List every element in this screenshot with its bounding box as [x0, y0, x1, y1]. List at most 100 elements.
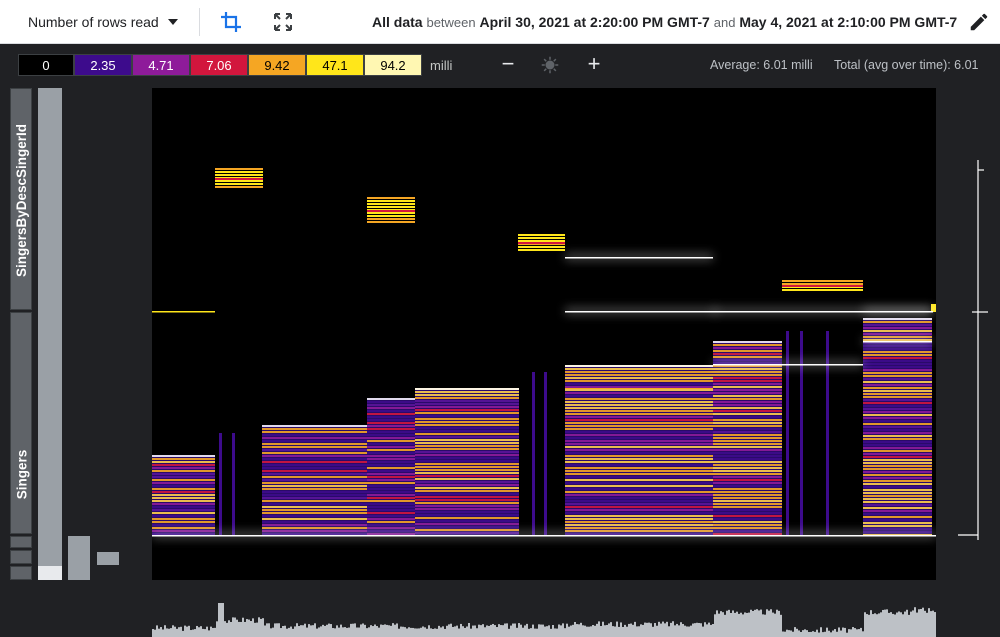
heat-row — [863, 450, 932, 452]
histogram-bar — [190, 630, 192, 637]
key-segment[interactable] — [10, 566, 32, 580]
heat-block-edge — [152, 455, 215, 457]
histogram-bar — [918, 609, 920, 637]
metric-select[interactable]: Number of rows read — [10, 0, 180, 44]
histogram-bar — [846, 632, 848, 637]
histogram-bar — [526, 623, 528, 637]
fullscreen-icon[interactable] — [271, 10, 295, 34]
heat-row — [367, 434, 415, 436]
histogram-bar — [590, 626, 592, 637]
heat-row — [262, 467, 367, 469]
heat-row — [863, 495, 932, 497]
zoom-out-button[interactable]: − — [495, 52, 521, 78]
heat-row — [262, 497, 367, 499]
histogram-bar — [510, 625, 512, 637]
histogram-bar — [808, 631, 810, 637]
histogram-bar — [876, 614, 878, 637]
heat-row — [152, 491, 215, 493]
histogram-bar — [330, 624, 332, 637]
histogram-bar — [460, 623, 462, 637]
histogram-bar — [522, 627, 524, 637]
histogram-bar — [418, 628, 420, 637]
color-legend: 0 2.35 4.71 7.06 9.42 47.1 94.2 — [18, 54, 422, 76]
histogram-bar — [466, 626, 468, 637]
histogram-bar — [312, 625, 314, 637]
heat-row — [565, 386, 713, 388]
heat-row — [415, 406, 519, 408]
heat-row — [863, 474, 932, 476]
heat-row — [713, 461, 782, 463]
histogram-bar — [900, 612, 902, 637]
edit-icon[interactable] — [968, 11, 990, 33]
heat-row — [415, 502, 519, 504]
histogram-bar — [228, 620, 230, 637]
heat-row — [367, 461, 415, 463]
key-visualizer-heatmap[interactable] — [152, 88, 936, 580]
histogram-bar — [870, 610, 872, 637]
histogram-bar — [496, 627, 498, 637]
heat-row — [565, 464, 713, 466]
heat-row — [863, 375, 932, 377]
histogram-bar — [560, 625, 562, 637]
heat-row — [415, 415, 519, 417]
key-segment-singers[interactable]: Singers — [10, 312, 32, 534]
histogram-bar — [254, 622, 256, 637]
heat-streak — [219, 433, 222, 535]
heat-row — [215, 186, 263, 188]
histogram-bar — [728, 609, 730, 637]
histogram-bar — [774, 613, 776, 637]
histogram-bar — [552, 625, 554, 637]
histogram-bar — [758, 610, 760, 637]
brightness-icon[interactable] — [541, 56, 559, 74]
histogram-bar — [426, 628, 428, 637]
key-segment[interactable] — [10, 550, 32, 564]
histogram-bar — [238, 621, 240, 637]
heat-row — [565, 392, 713, 394]
histogram-bar — [154, 629, 156, 637]
heat-row — [863, 333, 932, 335]
histogram-bar — [922, 607, 924, 637]
heat-row — [262, 518, 367, 520]
histogram-bar — [184, 625, 186, 637]
heat-row — [415, 403, 519, 405]
histogram-bar — [172, 625, 174, 637]
heat-row — [713, 413, 782, 415]
heat-row — [367, 449, 415, 451]
heat-row — [367, 428, 415, 430]
range-end: May 4, 2021 at 2:10:00 PM GMT-7 — [739, 14, 958, 30]
heat-row — [262, 530, 367, 532]
histogram-bar — [372, 626, 374, 637]
heat-row — [863, 345, 932, 347]
histogram-bar — [564, 628, 566, 637]
histogram-bar — [556, 628, 558, 637]
zoom-in-button[interactable]: + — [581, 52, 607, 78]
heat-row — [863, 384, 932, 386]
heat-row — [565, 422, 713, 424]
histogram-bar — [780, 614, 782, 637]
key-segment-singers-by-desc[interactable]: SingersByDescSingerId — [10, 88, 32, 310]
heat-row — [415, 409, 519, 411]
histogram-bar — [398, 628, 400, 637]
histogram-bar — [500, 625, 502, 637]
crop-icon[interactable] — [219, 10, 243, 34]
histogram-bar — [750, 609, 752, 637]
histogram-bar — [266, 623, 268, 637]
heat-row — [713, 371, 782, 373]
histogram-bar — [578, 624, 580, 637]
histogram-bar — [818, 632, 820, 637]
histogram-bar — [348, 627, 350, 637]
heat-row — [262, 527, 367, 529]
heat-row — [713, 479, 782, 481]
heat-row — [262, 428, 367, 430]
heat-row — [152, 458, 215, 460]
heat-row — [713, 368, 782, 370]
heat-row — [367, 404, 415, 406]
histogram-bar — [166, 628, 168, 637]
histogram-bar — [544, 626, 546, 637]
histogram-canvas — [152, 603, 936, 637]
key-segment[interactable] — [10, 536, 32, 548]
heatmap-canvas — [152, 168, 936, 538]
heat-row — [863, 462, 932, 464]
heat-row — [415, 430, 519, 432]
histogram-bar — [350, 623, 352, 637]
